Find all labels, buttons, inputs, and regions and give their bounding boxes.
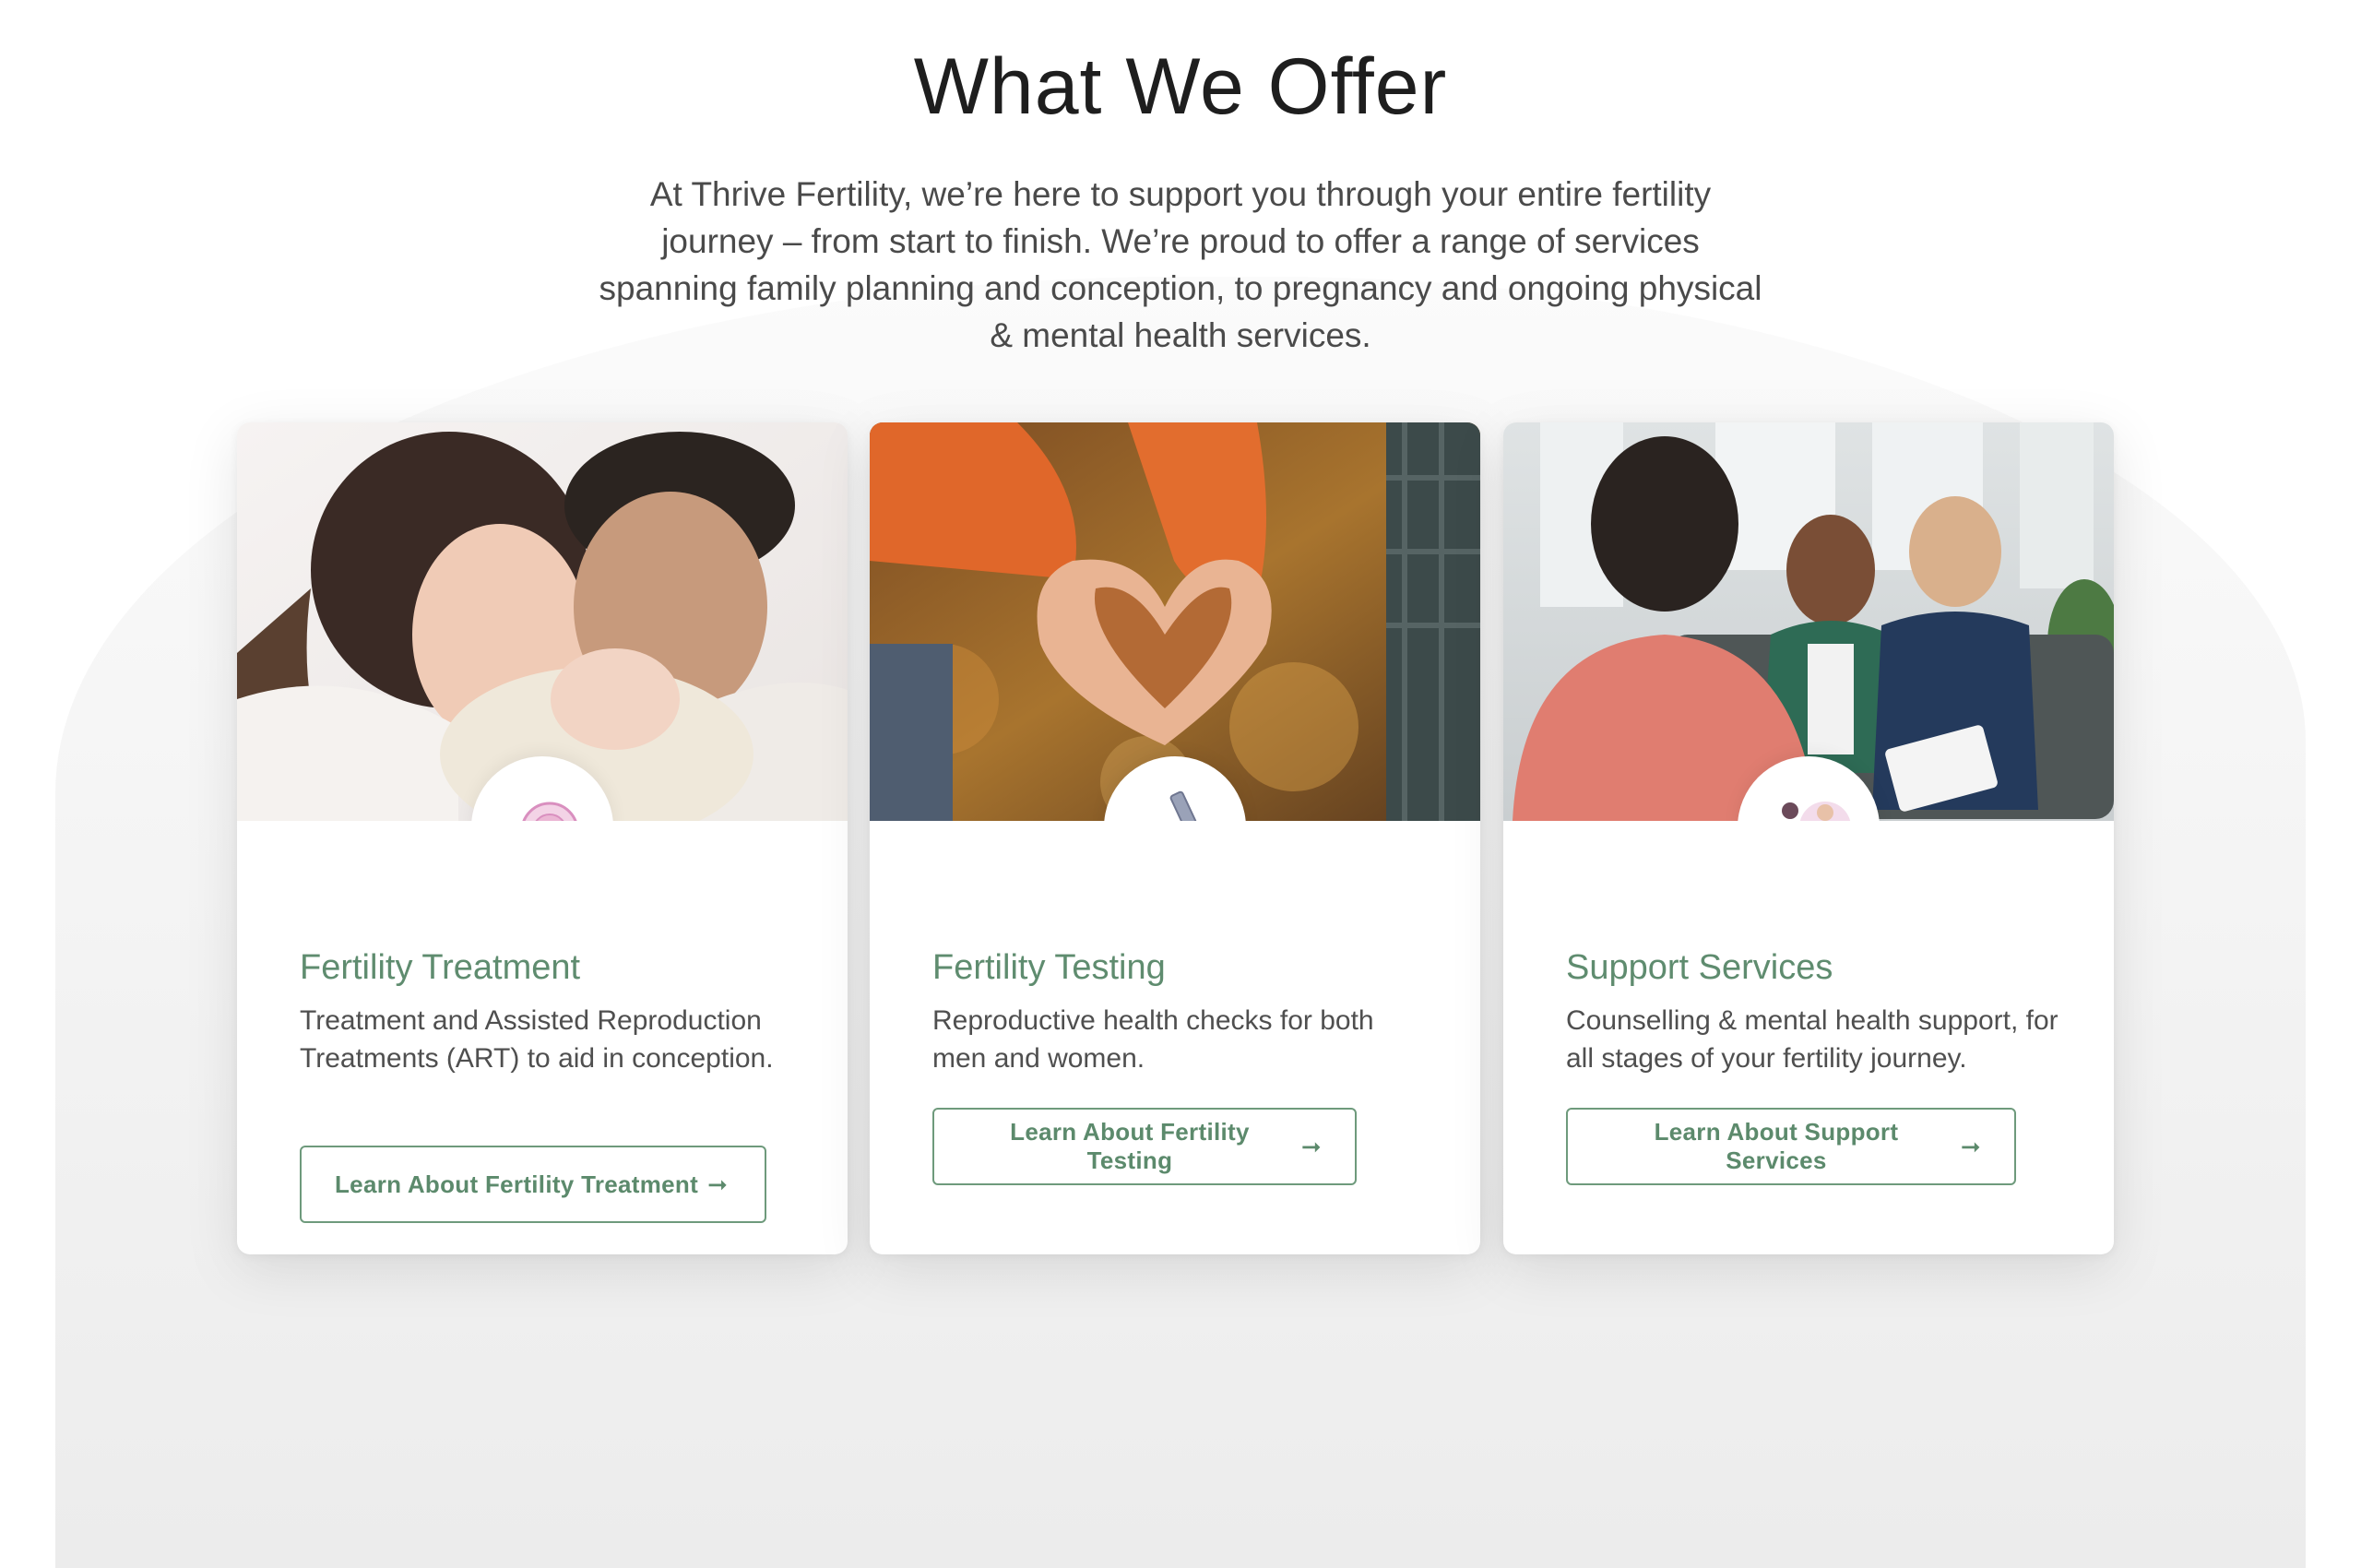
- couple-with-newborn-photo: [237, 422, 848, 821]
- card-title: Support Services: [1566, 948, 1833, 987]
- button-label: Learn About Support Services: [1654, 1118, 1899, 1174]
- card-title: Fertility Testing: [932, 948, 1166, 987]
- button-label: Learn About Fertility Testing: [1010, 1118, 1250, 1174]
- card-description: Reproductive health checks for both men …: [932, 1005, 1374, 1074]
- arrow-right-icon: ➞: [707, 1170, 729, 1198]
- section-title: What We Offer: [913, 42, 1448, 131]
- counselling-session-photo: [1503, 422, 2114, 821]
- learn-about-support-services-button[interactable]: Learn About Support Services ➞: [1566, 1108, 2016, 1185]
- button-label: Learn About Fertility Treatment: [335, 1170, 699, 1198]
- card-description: Treatment and Assisted Reproduction Trea…: [300, 1005, 774, 1074]
- heart-hands-photo: [870, 422, 1480, 821]
- service-card-support-services: Support Services Counselling & mental he…: [1503, 422, 2114, 1254]
- arrow-right-icon: ➞: [1300, 1132, 1322, 1160]
- service-card-fertility-testing: Fertility Testing Reproductive health ch…: [870, 422, 1480, 1254]
- learn-about-fertility-testing-button[interactable]: Learn About Fertility Testing ➞: [932, 1108, 1357, 1185]
- card-title: Fertility Treatment: [300, 948, 581, 987]
- arrow-right-icon: ➞: [1960, 1132, 1981, 1160]
- service-card-fertility-treatment: Fertility Treatment Treatment and Assist…: [237, 422, 848, 1254]
- section-intro: At Thrive Fertility, we’re here to suppo…: [599, 175, 1762, 354]
- learn-about-fertility-treatment-button[interactable]: Learn About Fertility Treatment ➞: [300, 1146, 766, 1223]
- card-description: Counselling & mental health support, for…: [1566, 1005, 2058, 1074]
